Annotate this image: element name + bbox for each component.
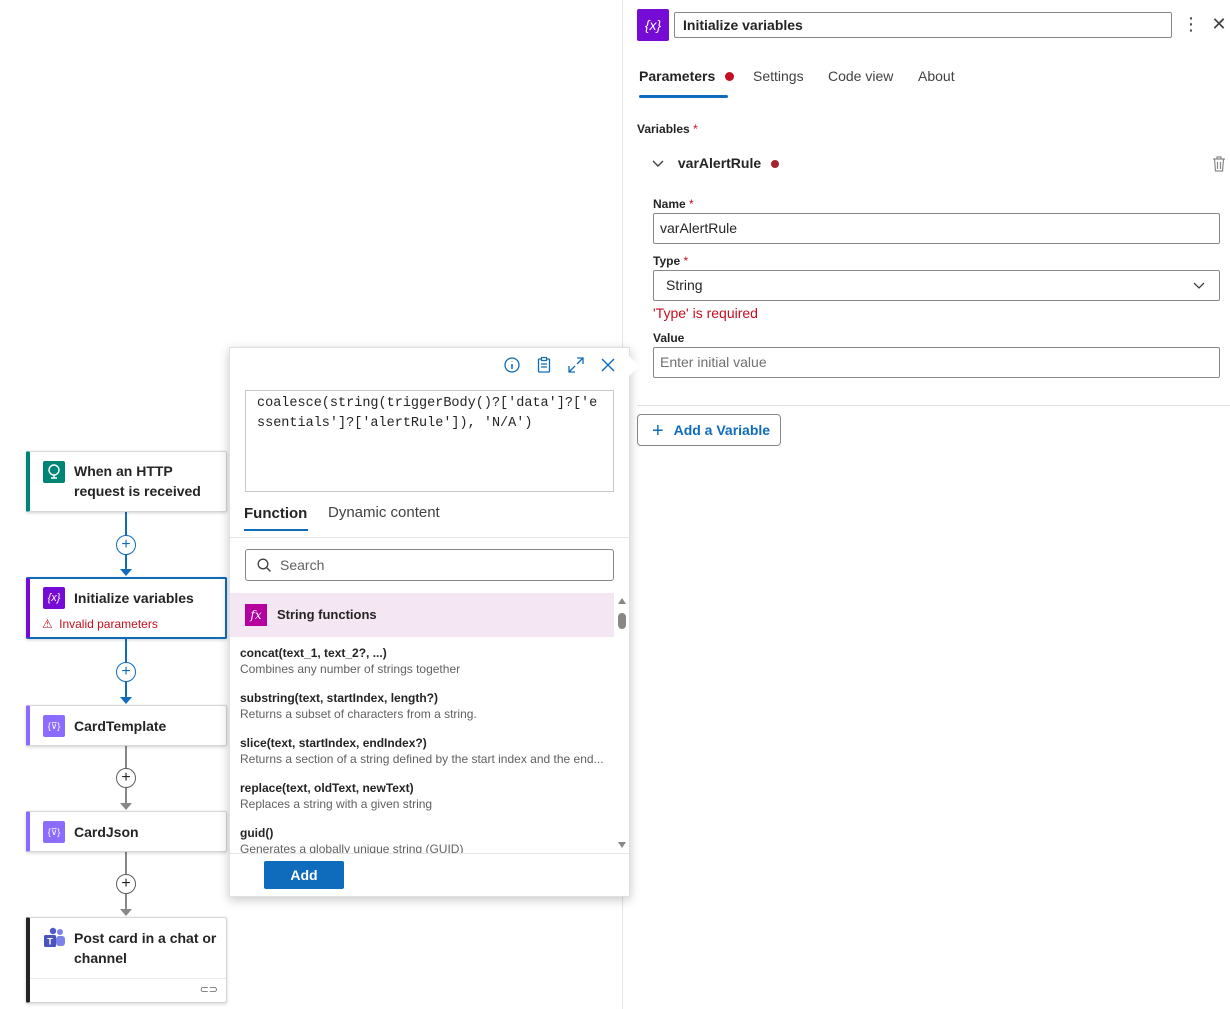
tab-dynamic-content[interactable]: Dynamic content	[328, 504, 440, 521]
function-item[interactable]: substring(text, startIndex, length?) Ret…	[240, 690, 610, 722]
flow-node-cardjson[interactable]: {⊽} CardJson	[26, 811, 227, 852]
insert-step-button[interactable]: +	[116, 662, 136, 682]
variable-icon: {x}	[637, 9, 669, 41]
svg-text:T: T	[47, 937, 53, 947]
warning-icon: ⚠	[42, 617, 53, 631]
scroll-up-arrow[interactable]	[618, 598, 626, 604]
error-dot	[725, 72, 735, 81]
delete-icon[interactable]	[1211, 155, 1227, 178]
node-title: CardTemplate	[74, 718, 167, 734]
divider	[637, 405, 1230, 406]
more-options-icon[interactable]: ⋮	[1182, 12, 1200, 38]
function-item[interactable]: slice(text, startIndex, endIndex?) Retur…	[240, 735, 610, 767]
function-item[interactable]: replace(text, oldText, newText) Replaces…	[240, 780, 610, 812]
function-icon: fx	[245, 604, 267, 626]
expression-input[interactable]: coalesce(string(triggerBody()?['data']?[…	[245, 390, 614, 492]
connector-arrow	[120, 909, 132, 916]
function-search-input[interactable]: Search	[245, 549, 614, 581]
tab-selected-indicator	[244, 529, 308, 531]
insert-step-button[interactable]: +	[116, 768, 136, 788]
action-details-panel	[622, 0, 1230, 1009]
name-label: Name *	[653, 197, 694, 211]
popup-pointer	[629, 356, 639, 376]
type-error-message: 'Type' is required	[653, 305, 758, 321]
add-expression-button[interactable]: Add	[264, 861, 344, 889]
variable-icon: {x}	[43, 587, 65, 609]
add-variable-button[interactable]: + Add a Variable	[637, 414, 781, 446]
node-title: Initialize variables	[74, 590, 194, 606]
expression-editor-popup: coalesce(string(triggerBody()?['data']?[…	[229, 347, 639, 897]
tab-selected-indicator	[639, 95, 728, 98]
flow-node-initialize-variables[interactable]: {x} Initialize variables ⚠ Invalid param…	[26, 577, 227, 639]
error-dot	[771, 160, 780, 168]
tab-settings[interactable]: Settings	[753, 68, 804, 84]
variable-header[interactable]: varAlertRule	[652, 155, 780, 171]
node-warning: ⚠ Invalid parameters	[42, 617, 158, 631]
teams-icon: T	[43, 927, 65, 949]
flow-node-cardtemplate[interactable]: {⊽} CardTemplate	[26, 705, 227, 746]
link-icon: ⊂⊃	[199, 984, 218, 996]
tab-about[interactable]: About	[918, 68, 955, 84]
flow-node-post-card[interactable]: T Post card in a chat or channel ⊂⊃	[26, 917, 227, 1003]
value-label: Value	[653, 331, 685, 345]
insert-step-button[interactable]: +	[116, 535, 136, 555]
connector-arrow	[120, 803, 132, 810]
plus-icon: +	[652, 420, 664, 442]
insert-step-button[interactable]: +	[116, 874, 136, 894]
divider	[230, 853, 629, 854]
node-divider	[30, 978, 226, 979]
tab-code-view[interactable]: Code view	[828, 68, 893, 84]
info-icon[interactable]	[503, 356, 521, 379]
function-item[interactable]: guid() Generates a globally unique strin…	[240, 825, 610, 853]
variable-value-input[interactable]: Enter initial value	[653, 347, 1220, 378]
variable-type-dropdown[interactable]: String	[653, 270, 1220, 301]
tab-function[interactable]: Function	[244, 505, 307, 522]
action-title-input[interactable]: Initialize variables	[674, 12, 1172, 38]
node-title: When an HTTP request is received	[74, 463, 201, 499]
category-string-functions[interactable]: fx String functions	[230, 593, 614, 637]
type-label: Type *	[653, 254, 689, 268]
connector-arrow	[120, 697, 132, 704]
connector-arrow	[120, 569, 132, 576]
chevron-down-icon	[1193, 271, 1205, 300]
search-icon	[257, 558, 272, 578]
tab-parameters[interactable]: Parameters	[639, 68, 735, 84]
expand-icon[interactable]	[567, 356, 585, 379]
scroll-down-arrow[interactable]	[618, 842, 626, 848]
chevron-down-icon	[652, 155, 666, 171]
function-list: concat(text_1, text_2?, ...) Combines an…	[230, 645, 614, 853]
scrollbar[interactable]	[617, 598, 627, 851]
variable-name-input[interactable]: varAlertRule	[653, 213, 1220, 244]
compose-icon: {⊽}	[43, 715, 65, 737]
http-request-icon	[43, 461, 65, 483]
scrollbar-thumb[interactable]	[618, 613, 626, 629]
variables-label: Variables *	[637, 122, 698, 136]
flow-node-http-trigger[interactable]: When an HTTP request is received	[26, 451, 227, 512]
divider	[230, 537, 629, 538]
function-item[interactable]: concat(text_1, text_2?, ...) Combines an…	[240, 645, 610, 677]
close-icon[interactable]	[599, 356, 617, 379]
close-panel-icon[interactable]: ✕	[1209, 12, 1229, 38]
node-title: Post card in a chat or channel	[74, 930, 217, 966]
compose-icon: {⊽}	[43, 821, 65, 843]
node-title: CardJson	[74, 824, 139, 840]
clipboard-icon[interactable]	[535, 356, 553, 379]
